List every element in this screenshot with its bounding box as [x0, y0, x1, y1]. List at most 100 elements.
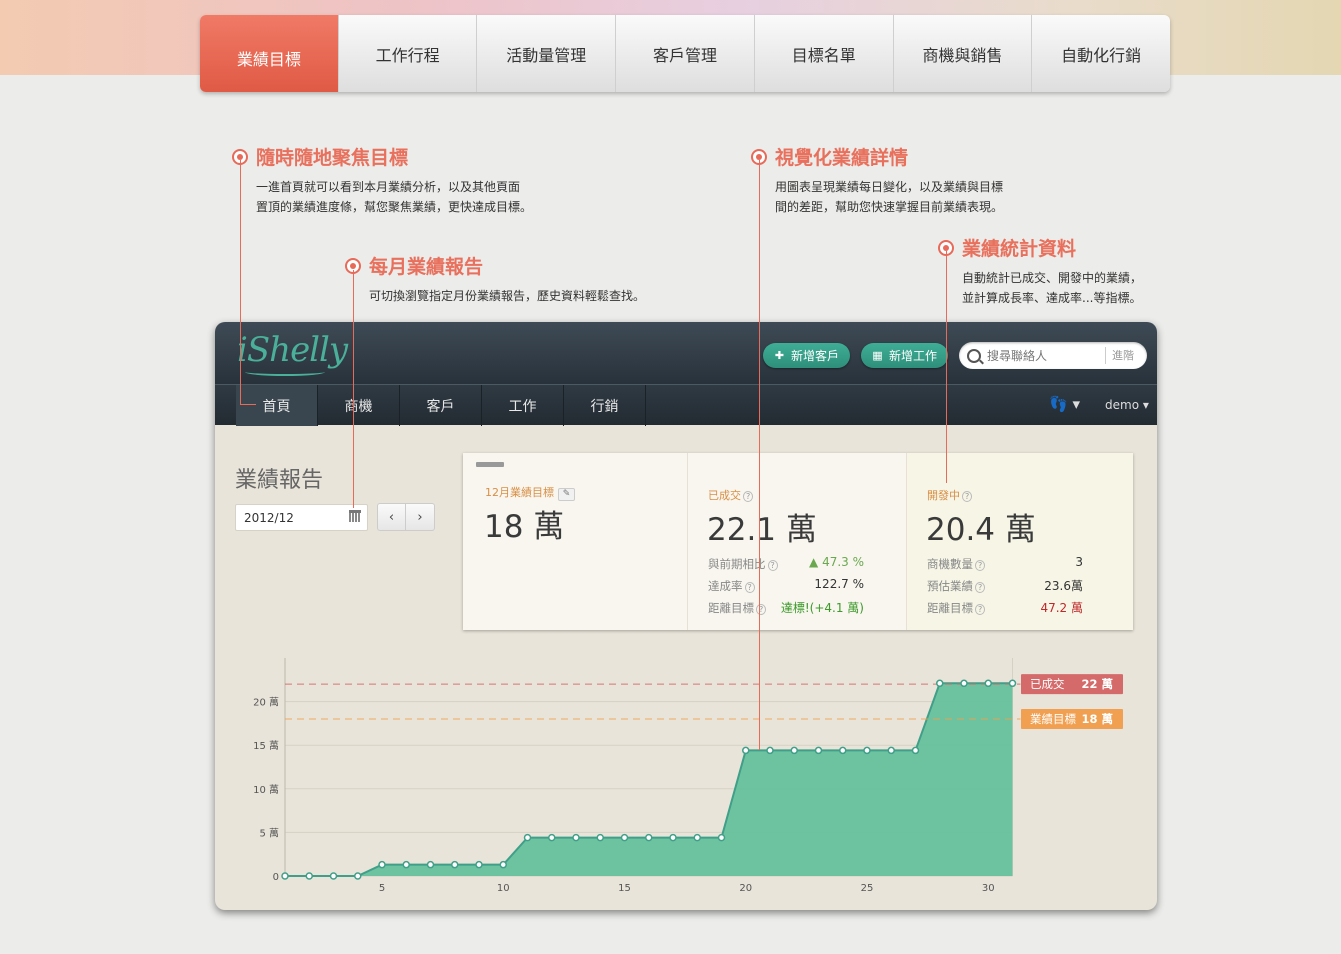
nav-item-marketing[interactable]: 行銷	[564, 385, 646, 426]
data-point	[620, 833, 629, 842]
data-point	[402, 860, 410, 869]
data-point	[960, 679, 968, 688]
search-input[interactable]	[987, 348, 1105, 363]
data-point	[572, 833, 580, 842]
callout-description: 一進首頁就可以看到本月業績分析，以及其他頁面 置頂的業績進度條，幫您聚焦業績，更…	[256, 177, 532, 217]
x-tick-label: 10	[497, 883, 510, 894]
data-point	[499, 860, 507, 869]
developing-value: 20.4 萬	[926, 512, 1036, 548]
advanced-search-link[interactable]: 進階	[1105, 347, 1134, 364]
tab-target-list[interactable]: 目標名單	[753, 15, 893, 92]
data-point	[596, 833, 604, 842]
data-point	[378, 860, 386, 869]
help-icon[interactable]: ?	[743, 491, 754, 502]
achieve-label: 達成率?	[708, 578, 755, 594]
user-name: demo	[1105, 398, 1140, 412]
data-point	[766, 746, 774, 755]
count-value: 3	[1075, 555, 1083, 569]
feature-tab-bar: 業績目標 工作行程 活動量管理 客戶管理 目標名單 商機與銷售 自動化行銷	[200, 15, 1170, 92]
nav-item-opportunities[interactable]: 商機	[318, 385, 400, 426]
data-point	[645, 833, 653, 842]
data-point	[717, 833, 726, 842]
help-icon[interactable]: ?	[962, 491, 973, 502]
dev-gap-label-text: 距離目標	[927, 601, 973, 615]
prev-month-button[interactable]: ‹	[377, 503, 406, 531]
up-arrow-icon: ▲	[809, 555, 819, 569]
callout-line: 可切換瀏覽指定月份業績報告，歷史資料輕鬆查找。	[369, 289, 646, 303]
area-fill	[285, 683, 1013, 876]
data-point	[669, 833, 677, 842]
tab-marketing-automation[interactable]: 自動化行銷	[1031, 15, 1170, 92]
help-icon[interactable]: ?	[744, 582, 755, 593]
reference-value: 22 萬	[1081, 677, 1113, 691]
app-main-nav: 首頁 商機 客戶 工作 行銷 👣 ▾ demo ▾	[215, 384, 1157, 426]
data-point	[936, 679, 944, 688]
callout-connector	[240, 160, 241, 404]
help-icon[interactable]: ?	[975, 560, 986, 571]
tab-schedule[interactable]: 工作行程	[337, 15, 477, 92]
callout-title: 視覺化業績詳情	[775, 147, 909, 169]
closed-label: 已成交?	[708, 487, 754, 503]
tab-performance-target[interactable]: 業績目標	[200, 15, 338, 92]
tab-customer-management[interactable]: 客戶管理	[615, 15, 754, 92]
y-tick-label: 15 萬	[253, 739, 279, 752]
help-icon[interactable]: ?	[767, 560, 778, 571]
developing-panel: 開發中? 20.4 萬 商機數量? 3 預估業績? 23.6萬 距離目標? 47…	[907, 453, 1133, 630]
calendar-icon[interactable]	[349, 510, 361, 522]
reference-label: 業績目標	[1030, 712, 1076, 726]
x-tick-label: 30	[982, 883, 995, 894]
help-icon[interactable]: ?	[756, 604, 767, 615]
nav-item-customers[interactable]: 客戶	[400, 385, 482, 426]
next-month-button[interactable]: ›	[406, 503, 435, 531]
help-icon[interactable]: ?	[975, 604, 986, 615]
callout-connector	[946, 251, 947, 483]
edit-pencil-icon[interactable]: ✎	[558, 488, 575, 501]
contact-search: 進階	[959, 342, 1147, 369]
callout-connector	[759, 160, 760, 750]
achieve-value: 122.7 %	[814, 577, 864, 591]
app-header: iShelly ✚ 新增客戶 ▦ 新增工作 進階	[215, 322, 1157, 384]
help-icon[interactable]: ?	[975, 582, 986, 593]
tab-activity-management[interactable]: 活動量管理	[476, 15, 615, 92]
callout-description: 用圖表呈現業績每日變化，以及業績與目標 間的差距，幫助您快速掌握目前業績表現。	[775, 177, 1003, 217]
data-point	[742, 746, 750, 755]
data-point	[329, 872, 338, 880]
reference-value: 18 萬	[1081, 712, 1113, 726]
app-logo[interactable]: iShelly	[237, 330, 348, 370]
target-value: 18 萬	[484, 509, 565, 545]
tab-opportunity-sales[interactable]: 商機與銷售	[892, 15, 1032, 92]
dev-gap-value: 47.2 萬	[1040, 601, 1083, 615]
user-menu[interactable]: demo ▾	[1105, 398, 1149, 412]
x-tick-label: 20	[739, 883, 752, 894]
footprint-menu-icon[interactable]: 👣 ▾	[1049, 395, 1080, 413]
callout-line: 並計算成長率、達成率...等指標。	[962, 291, 1142, 305]
growth-label-text: 與前期相比	[708, 557, 766, 571]
callout-line: 自動統計已成交、開發中的業績，	[962, 271, 1143, 285]
data-point	[523, 833, 532, 842]
data-point	[354, 872, 362, 880]
add-customer-button[interactable]: ✚ 新增客戶	[763, 343, 851, 368]
callout-description: 自動統計已成交、開發中的業績， 並計算成長率、達成率...等指標。	[962, 268, 1142, 308]
closed-panel: 已成交? 22.1 萬 與前期相比? ▲ 47.3 % 達成率? 122.7 %…	[688, 453, 907, 630]
add-task-icon: ▦	[872, 349, 883, 362]
achieve-label-text: 達成率	[708, 579, 743, 593]
stats-card: 12月業績目標 ✎ 18 萬 已成交? 22.1 萬 與前期相比? ▲ 47.3 …	[463, 453, 1133, 630]
add-task-button[interactable]: ▦ 新增工作	[861, 343, 949, 368]
callout-line: 置頂的業績進度條，幫您聚焦業績，更快達成目標。	[256, 200, 533, 214]
y-tick-label: 5 萬	[259, 826, 279, 839]
closed-value: 22.1 萬	[707, 512, 817, 548]
data-point	[911, 746, 920, 755]
nav-item-tasks[interactable]: 工作	[482, 385, 564, 426]
developing-label-text: 開發中	[927, 489, 960, 502]
growth-value-text: 47.3 %	[822, 555, 864, 569]
x-tick-label: 15	[618, 883, 631, 894]
callout-title: 隨時隨地聚焦目標	[256, 147, 409, 169]
callout-line: 用圖表呈現業績每日變化，以及業績與目標	[775, 180, 1004, 194]
target-label: 12月業績目標 ✎	[485, 484, 575, 501]
y-tick-label: 0	[273, 872, 279, 883]
app-window: iShelly ✚ 新增客戶 ▦ 新增工作 進階 首頁 商機 客戶 工作 行銷 …	[215, 322, 1157, 910]
reference-label: 已成交	[1030, 677, 1065, 691]
nav-item-home[interactable]: 首頁	[236, 385, 318, 426]
data-point	[693, 833, 701, 842]
x-tick-label: 25	[861, 883, 874, 894]
